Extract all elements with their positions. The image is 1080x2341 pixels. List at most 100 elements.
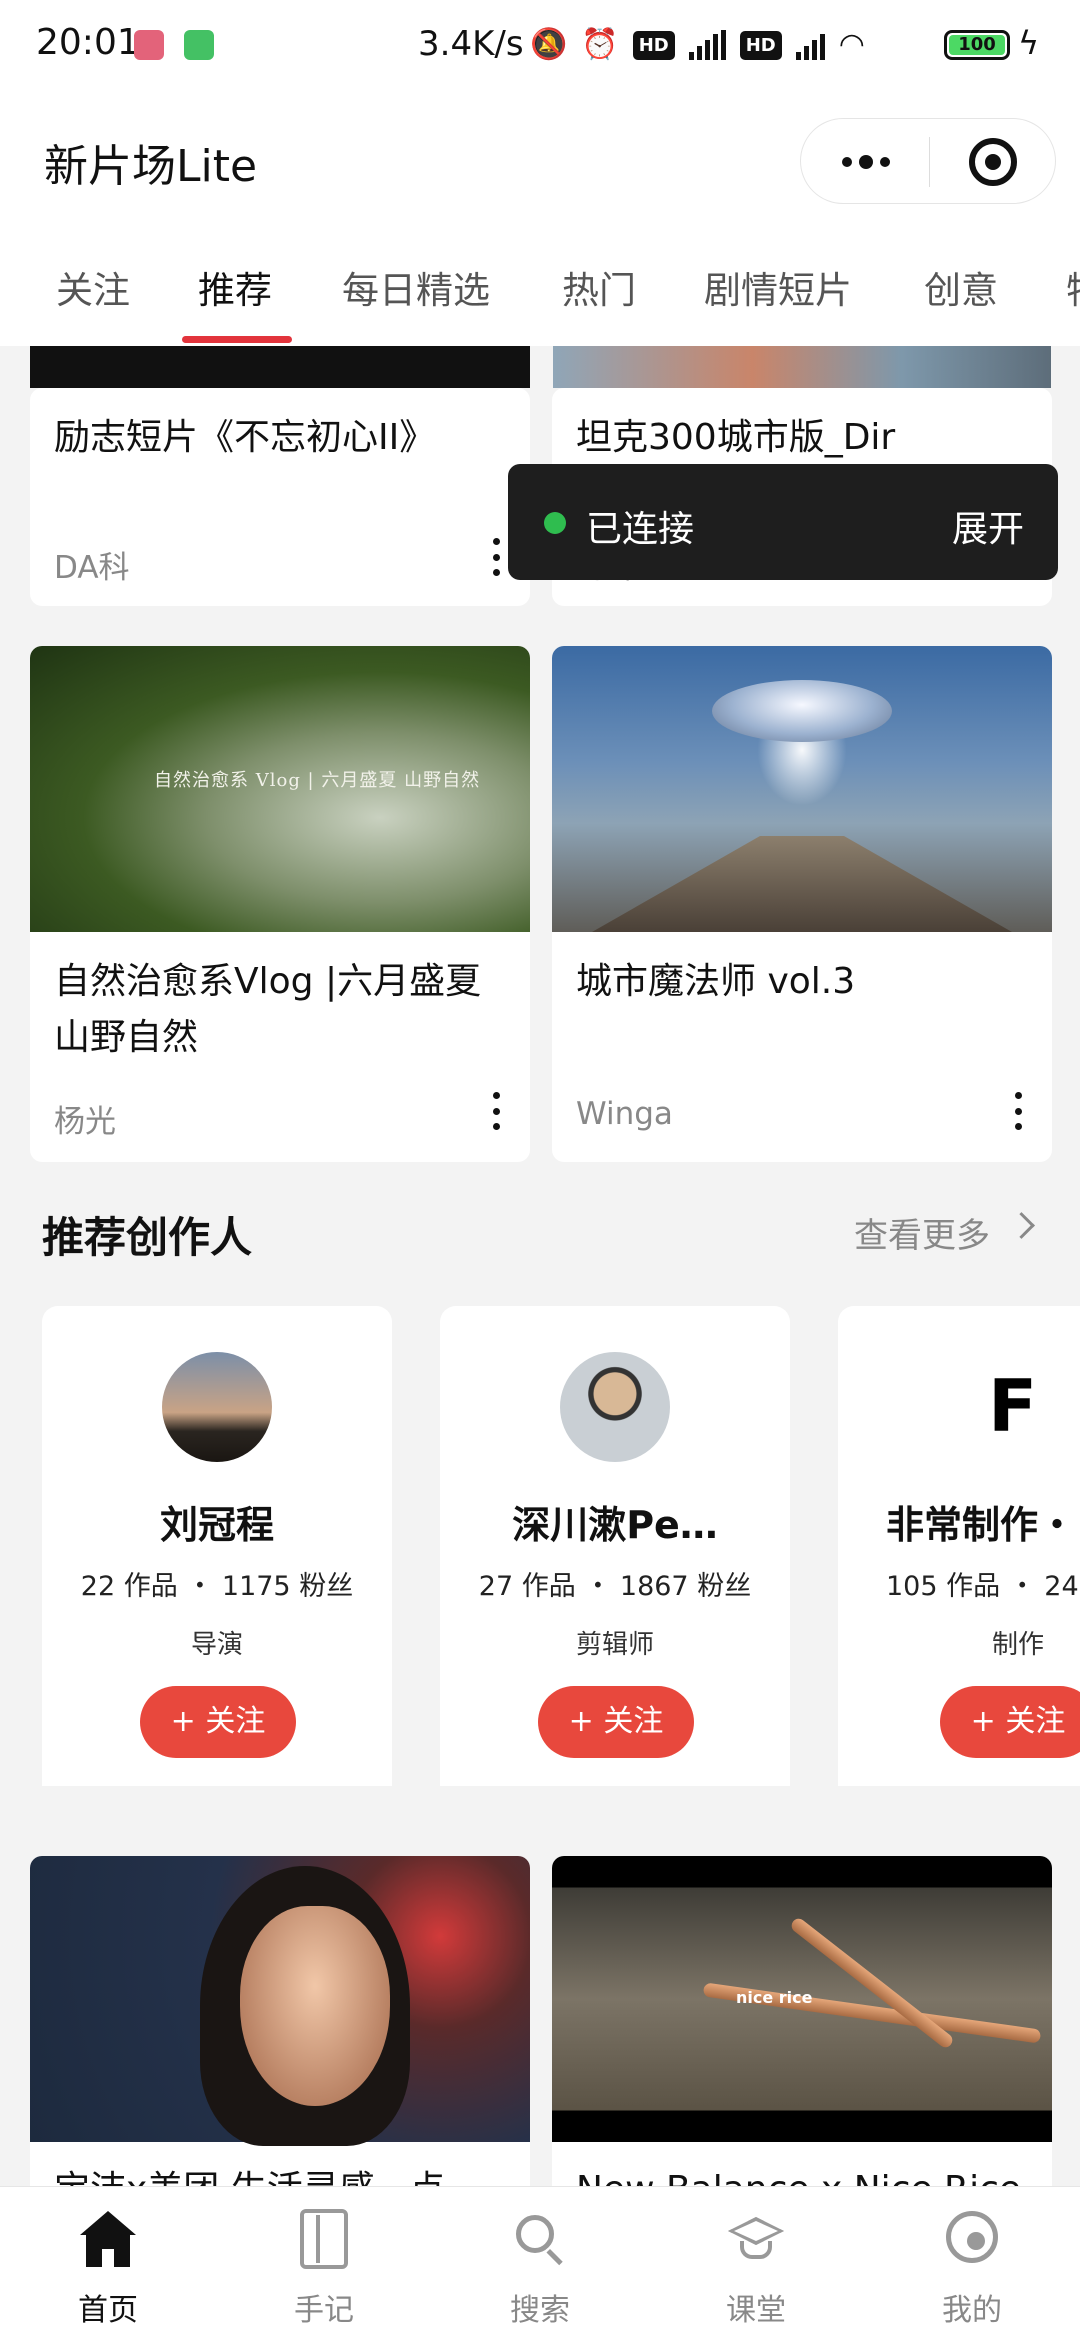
connection-toast[interactable]: 已连接 展开: [508, 464, 1058, 580]
nav-notes[interactable]: 手记: [216, 2187, 432, 2341]
status-bar: 20:01 3.4K/s 🔕 ⏰ HD HD ◠ 100 ϟ: [0, 0, 1080, 90]
connected-status-icon: [544, 512, 566, 534]
capsule-divider: [929, 137, 930, 187]
hd-icon: HD: [632, 30, 675, 60]
video-author: DA科: [54, 550, 130, 586]
notebook-icon: [300, 2209, 348, 2269]
tab-follow[interactable]: 关注: [56, 260, 130, 314]
nav-search[interactable]: 搜索: [432, 2187, 648, 2341]
app-title: 新片场Lite: [44, 141, 258, 192]
video-thumbnail: [552, 646, 1052, 932]
title-bar: 新片场Lite: [0, 90, 1080, 230]
follow-button[interactable]: + 关注: [538, 1686, 694, 1758]
thumbnail-caption: nice rice: [736, 1988, 813, 2007]
android-notification-icon: [184, 30, 214, 60]
close-mini-program-icon[interactable]: [969, 138, 1017, 186]
creator-stats: 105 作品 ・ 24: [886, 1571, 1079, 1602]
video-thumbnail: 自然治愈系 Vlog | 六月盛夏 山野自然: [30, 646, 530, 932]
creator-name: 深川漱Pe…: [512, 1503, 718, 1547]
charging-icon: ϟ: [1018, 24, 1040, 62]
nav-label: 手记: [294, 2293, 354, 2328]
creator-card[interactable]: 深川漱Pe… 27 作品 ・ 1867 粉丝 剪辑师 + 关注: [440, 1306, 790, 1786]
thumbnail-caption: 自然治愈系 Vlog | 六月盛夏 山野自然: [154, 770, 481, 791]
more-icon[interactable]: [831, 119, 901, 205]
video-thumbnail[interactable]: [30, 346, 530, 388]
tab-hot[interactable]: 热门: [562, 260, 636, 314]
creators-carousel[interactable]: 刘冠程 22 作品 ・ 1175 粉丝 导演 + 关注 深川漱Pe… 27 作品…: [0, 1306, 1080, 1786]
creator-name: 非常制作・: [886, 1503, 1077, 1547]
bottom-nav: 首页 手记 搜索 课堂 我的: [0, 2186, 1080, 2341]
creator-card[interactable]: F 非常制作・ 105 作品 ・ 24 制作 + 关注: [838, 1306, 1080, 1786]
video-title: 城市魔法师 vol.3: [576, 961, 856, 1002]
video-card[interactable]: 励志短片《不忘初心II》 DA科: [30, 388, 530, 606]
more-options-icon[interactable]: [492, 1092, 500, 1130]
nav-label: 我的: [942, 2293, 1002, 2328]
app-notification-icon: [134, 30, 164, 60]
signal-icon-2: [795, 30, 825, 60]
status-time: 20:01: [36, 22, 140, 63]
creator-role: 导演: [190, 1630, 243, 1660]
battery-icon: 100: [944, 30, 1010, 60]
video-title: 自然治愈系Vlog |六月盛夏山野自然: [54, 961, 482, 1058]
nav-me[interactable]: 我的: [864, 2187, 1080, 2341]
creator-role: 剪辑师: [575, 1630, 654, 1660]
see-more-link[interactable]: 查看更多: [854, 1208, 990, 1257]
creator-card[interactable]: 刘冠程 22 作品 ・ 1175 粉丝 导演 + 关注: [42, 1306, 392, 1786]
tab-recommend[interactable]: 推荐: [198, 260, 272, 314]
video-author: Winga: [576, 1096, 673, 1132]
video-card[interactable]: 自然治愈系 Vlog | 六月盛夏 山野自然 自然治愈系Vlog |六月盛夏山野…: [30, 646, 530, 1162]
video-thumbnail[interactable]: [553, 346, 1051, 388]
category-tabs: 关注 推荐 每日精选 热门 剧情短片 创意 特: [0, 230, 1080, 346]
hd-icon-2: HD: [739, 30, 782, 60]
signal-icon: [688, 30, 726, 60]
follow-button[interactable]: + 关注: [140, 1686, 296, 1758]
wifi-icon: ◠: [838, 27, 865, 62]
creator-stats: 22 作品 ・ 1175 粉丝: [80, 1571, 354, 1602]
connection-status: 已连接: [586, 509, 695, 550]
more-options-icon[interactable]: [492, 538, 500, 576]
avatar[interactable]: [162, 1352, 272, 1462]
feed: 励志短片《不忘初心II》 DA科 坦克300城市版_Dir 海嵘Gold 自然治…: [0, 346, 1080, 2186]
section-title: 推荐创作人: [42, 1213, 253, 1262]
video-title: 宝洁x美团 生活灵感 · 点: [54, 2162, 445, 2186]
video-card[interactable]: 宝洁x美团 生活灵感 · 点: [30, 1856, 530, 2186]
tab-more[interactable]: 特: [1066, 260, 1080, 314]
video-title: 励志短片《不忘初心II》: [54, 417, 436, 458]
video-thumbnail: nice rice: [552, 1856, 1052, 2142]
nav-label: 搜索: [510, 2293, 570, 2328]
follow-button[interactable]: + 关注: [940, 1686, 1080, 1758]
video-title: New Balance x Nice Rice: [576, 2162, 1021, 2186]
brand-logo: F: [988, 1364, 1038, 1448]
video-card[interactable]: 城市魔法师 vol.3 Winga: [552, 646, 1052, 1162]
creator-stats: 27 作品 ・ 1867 粉丝: [478, 1571, 752, 1602]
creator-name: 刘冠程: [159, 1503, 274, 1547]
profile-icon: [946, 2211, 998, 2263]
tab-creative[interactable]: 创意: [924, 260, 998, 314]
video-card[interactable]: nice rice New Balance x Nice Rice: [552, 1856, 1052, 2186]
chevron-right-icon[interactable]: [1008, 1212, 1035, 1239]
search-icon: [510, 2209, 570, 2269]
avatar[interactable]: F: [958, 1352, 1068, 1462]
creator-role: 制作: [992, 1630, 1045, 1660]
nav-label: 课堂: [726, 2293, 786, 2328]
video-title: 坦克300城市版_Dir: [576, 417, 896, 458]
tab-daily-picks[interactable]: 每日精选: [342, 260, 490, 314]
more-options-icon[interactable]: [1014, 1092, 1022, 1130]
network-speed: 3.4K/s: [418, 24, 524, 64]
status-icons: 🔕 ⏰ HD HD ◠: [530, 20, 865, 70]
nav-classroom[interactable]: 课堂: [648, 2187, 864, 2341]
active-tab-indicator: [182, 336, 292, 343]
mute-icon: 🔕: [530, 27, 568, 62]
tab-drama-shorts[interactable]: 剧情短片: [704, 260, 852, 314]
home-icon: [78, 2209, 138, 2269]
avatar[interactable]: [560, 1352, 670, 1462]
mini-program-capsule: [800, 118, 1056, 204]
nav-label: 首页: [78, 2293, 138, 2328]
video-thumbnail: [30, 1856, 530, 2146]
graduation-cap-icon: [726, 2209, 786, 2269]
battery-level: 100: [949, 35, 1005, 55]
expand-button[interactable]: 展开: [952, 500, 1024, 552]
alarm-icon: ⏰: [581, 27, 619, 62]
nav-home[interactable]: 首页: [0, 2187, 216, 2341]
video-author: 杨光: [54, 1104, 116, 1140]
